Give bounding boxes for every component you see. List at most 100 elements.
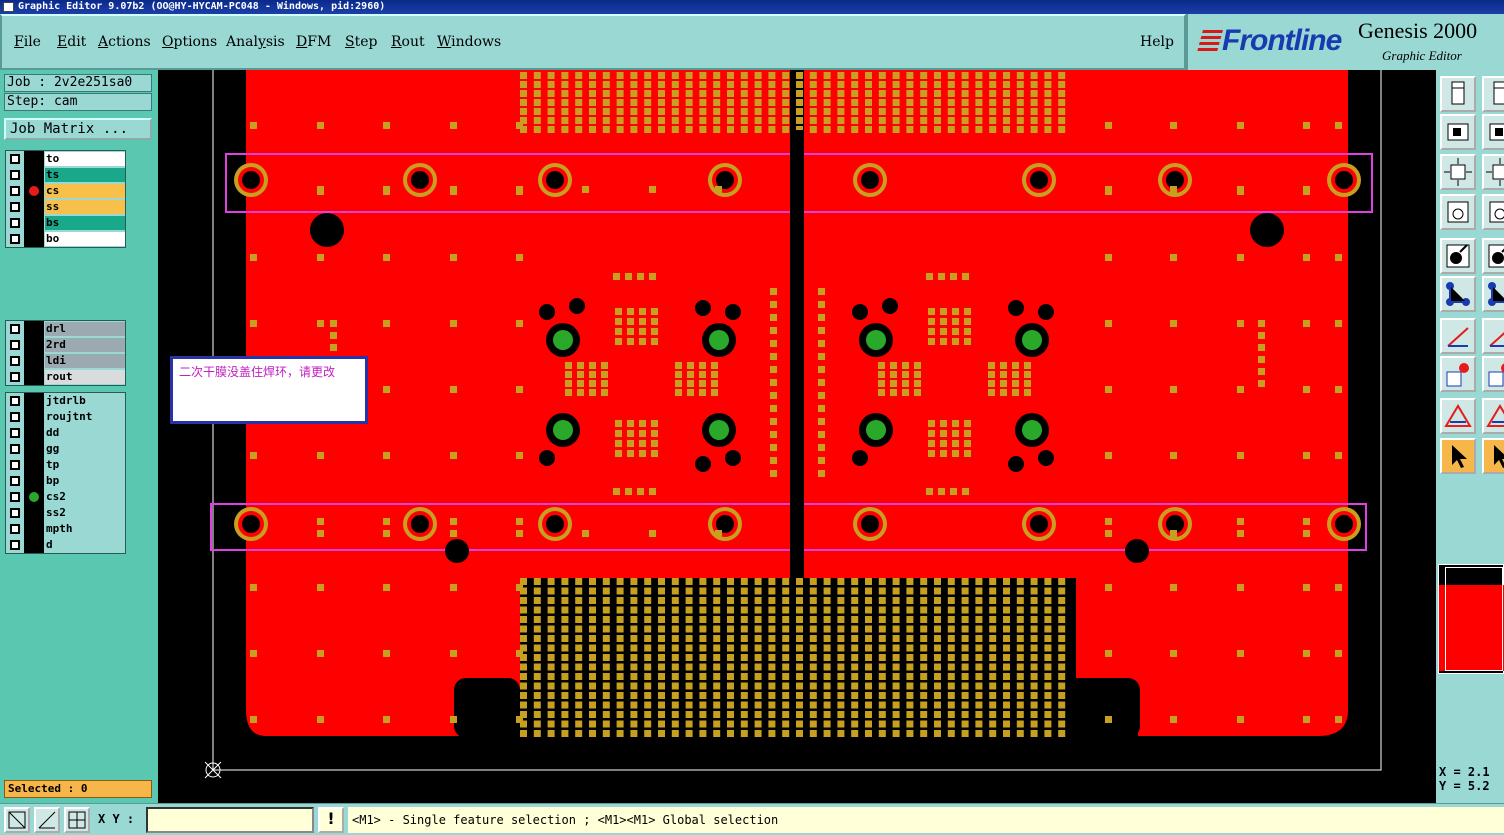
warning-button[interactable]: !	[318, 807, 344, 833]
pan-tool-button[interactable]	[1440, 194, 1476, 230]
layer-display-slot[interactable]	[24, 369, 44, 385]
layer-display-slot[interactable]	[24, 321, 44, 337]
layer-row-jtdrlb[interactable]: jtdrlb	[6, 393, 125, 409]
layer-row-cs[interactable]: cs	[6, 183, 125, 199]
connect-nodes-button-alt[interactable]	[1482, 276, 1504, 312]
pan-tool-button-alt[interactable]	[1482, 194, 1504, 230]
zoom-fit-button-alt[interactable]	[1482, 154, 1504, 190]
pointer-button-alt[interactable]	[1482, 438, 1504, 474]
layer-checkbox[interactable]	[10, 428, 20, 438]
layer-row-2rd[interactable]: 2rd	[6, 337, 125, 353]
zoom-home-button[interactable]	[1440, 76, 1476, 112]
menu-help[interactable]: Help	[1140, 34, 1174, 50]
menu-dfm[interactable]: DFM	[296, 34, 331, 50]
layer-checkbox[interactable]	[10, 340, 20, 350]
layer-display-slot[interactable]	[24, 231, 44, 247]
layer-checkbox[interactable]	[10, 202, 20, 212]
layer-checkbox[interactable]	[10, 170, 20, 180]
minimap[interactable]	[1438, 564, 1504, 674]
menu-rout[interactable]: Rout	[391, 34, 425, 50]
layer-row-roujtnt[interactable]: roujtnt	[6, 409, 125, 425]
job-matrix-button[interactable]: Job Matrix ...	[4, 118, 152, 140]
layer-checkbox[interactable]	[10, 524, 20, 534]
menu-step[interactable]: Step	[345, 34, 377, 50]
layer-row-tp[interactable]: tp	[6, 457, 125, 473]
layer-checkbox[interactable]	[10, 372, 20, 382]
pcb-board-view[interactable]	[158, 70, 1436, 803]
menu-file[interactable]: File	[14, 34, 41, 50]
layer-display-slot[interactable]	[24, 409, 44, 425]
layer-checkbox[interactable]	[10, 444, 20, 454]
layer-checkbox[interactable]	[10, 412, 20, 422]
layer-display-slot[interactable]	[24, 537, 44, 553]
layer-display-slot[interactable]	[24, 441, 44, 457]
menu-windows[interactable]: Windows	[437, 34, 501, 50]
layer-row-ss[interactable]: ss	[6, 199, 125, 215]
layer-checkbox[interactable]	[10, 460, 20, 470]
menu-edit[interactable]: Edit	[57, 34, 86, 50]
minimap-viewport[interactable]	[1445, 567, 1503, 671]
layer-display-slot[interactable]	[24, 337, 44, 353]
zoom-in-window-button-alt[interactable]	[1482, 114, 1504, 150]
layer-checkbox[interactable]	[10, 234, 20, 244]
layer-row-d[interactable]: d	[6, 537, 125, 553]
add-surface-button-alt[interactable]	[1482, 398, 1504, 434]
layer-checkbox[interactable]	[10, 218, 20, 228]
pointer-button[interactable]	[1440, 438, 1476, 474]
layer-row-gg[interactable]: gg	[6, 441, 125, 457]
ic-pad	[964, 308, 971, 315]
layer-row-to[interactable]: to	[6, 151, 125, 167]
layer-row-ldi[interactable]: ldi	[6, 353, 125, 369]
add-surface-button[interactable]	[1440, 398, 1476, 434]
layer-row-dd[interactable]: dd	[6, 425, 125, 441]
add-line-button[interactable]	[1440, 318, 1476, 354]
zoom-fit-button[interactable]	[1440, 154, 1476, 190]
layer-checkbox[interactable]	[10, 356, 20, 366]
layer-row-rout[interactable]: rout	[6, 369, 125, 385]
small-pad	[317, 716, 324, 723]
layer-display-slot[interactable]	[24, 393, 44, 409]
layer-checkbox[interactable]	[10, 396, 20, 406]
graphic-canvas[interactable]	[158, 70, 1436, 803]
menu-options[interactable]: Options	[162, 34, 217, 50]
zoom-area-button[interactable]	[4, 807, 30, 833]
add-line-button-alt[interactable]	[1482, 318, 1504, 354]
measure-button[interactable]	[34, 807, 60, 833]
layer-checkbox[interactable]	[10, 154, 20, 164]
layer-display-slot[interactable]	[24, 167, 44, 183]
layer-checkbox[interactable]	[10, 324, 20, 334]
connect-nodes-button[interactable]	[1440, 276, 1476, 312]
add-pad-button[interactable]	[1440, 356, 1476, 392]
select-feature-button[interactable]	[1440, 238, 1476, 274]
zoom-home-button-alt[interactable]	[1482, 76, 1504, 112]
layer-row-bo[interactable]: bo	[6, 231, 125, 247]
layer-row-bs[interactable]: bs	[6, 215, 125, 231]
menu-actions[interactable]: Actions	[98, 34, 151, 50]
layer-display-slot[interactable]	[24, 521, 44, 537]
layer-checkbox[interactable]	[10, 186, 20, 196]
layer-checkbox[interactable]	[10, 476, 20, 486]
layer-display-slot[interactable]	[24, 505, 44, 521]
layer-row-drl[interactable]: drl	[6, 321, 125, 337]
layer-display-slot[interactable]	[24, 473, 44, 489]
layer-checkbox[interactable]	[10, 492, 20, 502]
xy-input[interactable]	[146, 807, 314, 833]
layer-checkbox[interactable]	[10, 540, 20, 550]
layer-row-ss2[interactable]: ss2	[6, 505, 125, 521]
layer-checkbox[interactable]	[10, 508, 20, 518]
layer-display-slot[interactable]	[24, 353, 44, 369]
layer-display-slot[interactable]	[24, 199, 44, 215]
layer-row-cs2[interactable]: cs2	[6, 489, 125, 505]
layer-display-slot[interactable]	[24, 215, 44, 231]
layer-display-slot[interactable]	[24, 457, 44, 473]
grid-button[interactable]	[64, 807, 90, 833]
layer-row-ts[interactable]: ts	[6, 167, 125, 183]
layer-row-mpth[interactable]: mpth	[6, 521, 125, 537]
layer-display-slot[interactable]	[24, 425, 44, 441]
layer-display-slot[interactable]	[24, 151, 44, 167]
select-feature-button-alt[interactable]	[1482, 238, 1504, 274]
layer-row-bp[interactable]: bp	[6, 473, 125, 489]
add-pad-button-alt[interactable]	[1482, 356, 1504, 392]
zoom-in-window-button[interactable]	[1440, 114, 1476, 150]
menu-analysis[interactable]: Analysis	[226, 34, 285, 50]
